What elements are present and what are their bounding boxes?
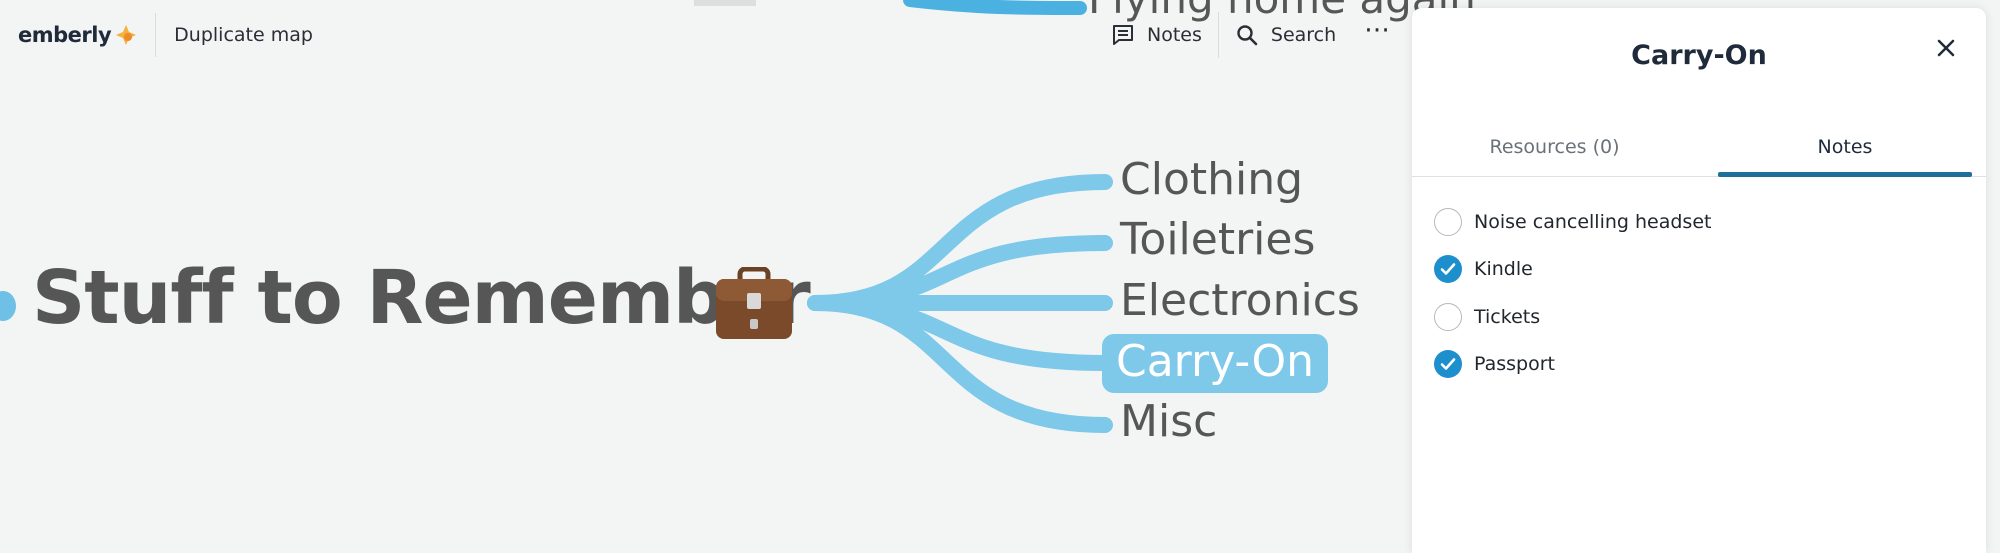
mindmap-canvas[interactable]: Flying home again Stuff to Remember Clot…: [0, 0, 1476, 541]
checkbox-unchecked[interactable]: [1434, 302, 1462, 331]
more-options-button[interactable]: ⋯: [1352, 1, 1403, 69]
app-logo[interactable]: emberly: [0, 7, 155, 63]
briefcase-icon: [716, 267, 792, 339]
notes-button[interactable]: Notes: [1095, 6, 1218, 64]
checklist-item: Kindle: [1434, 246, 1711, 294]
checkmark-icon: [1440, 263, 1456, 276]
search-icon: [1237, 25, 1258, 46]
branch-toiletries[interactable]: Toiletries: [1120, 214, 1315, 265]
panel-tabs: Resources (0) Notes: [1412, 118, 1986, 177]
checklist-item: Tickets: [1434, 293, 1711, 341]
checklist-item: Noise cancelling headset: [1434, 198, 1711, 246]
branch-electronics[interactable]: Electronics: [1120, 275, 1360, 326]
search-button[interactable]: Search: [1219, 6, 1352, 64]
tab-notes[interactable]: Notes: [1718, 118, 1972, 176]
panel-title: Carry-On: [1631, 40, 1767, 71]
notes-icon: [1113, 25, 1133, 45]
checkbox-unchecked[interactable]: [1434, 207, 1462, 236]
checkbox-checked[interactable]: [1434, 255, 1462, 284]
branch-misc[interactable]: Misc: [1120, 396, 1217, 447]
checklist-item: Passport: [1434, 341, 1711, 389]
node-details-panel: Carry-On Resources (0) Notes Noise cance…: [1412, 8, 1986, 553]
tab-resources[interactable]: Resources (0): [1412, 118, 1697, 176]
notes-checklist: Noise cancelling headset Kindle Tickets …: [1434, 198, 1711, 388]
close-icon[interactable]: [1928, 30, 1964, 66]
checklist-item-label[interactable]: Noise cancelling headset: [1474, 211, 1711, 233]
checklist-item-label[interactable]: Tickets: [1474, 306, 1540, 328]
checklist-item-label[interactable]: Passport: [1474, 353, 1555, 375]
duplicate-map-button[interactable]: Duplicate map: [156, 24, 313, 46]
branch-carry-on[interactable]: Carry-On: [1102, 334, 1328, 393]
active-tab-indicator: [1718, 172, 1972, 177]
notes-label: Notes: [1147, 24, 1202, 46]
checkmark-icon: [1440, 358, 1456, 371]
map-toolbar: Notes Search ⋯: [1095, 6, 1403, 64]
search-label: Search: [1270, 24, 1337, 46]
logo-mark-icon: [116, 25, 137, 45]
branch-clothing[interactable]: Clothing: [1120, 154, 1303, 205]
top-left-bar: emberly Duplicate map: [0, 0, 313, 70]
checklist-item-label[interactable]: Kindle: [1474, 258, 1533, 280]
central-topic[interactable]: Stuff to Remember: [32, 255, 811, 341]
checkbox-checked[interactable]: [1434, 350, 1462, 379]
logo-text: emberly: [18, 23, 112, 47]
